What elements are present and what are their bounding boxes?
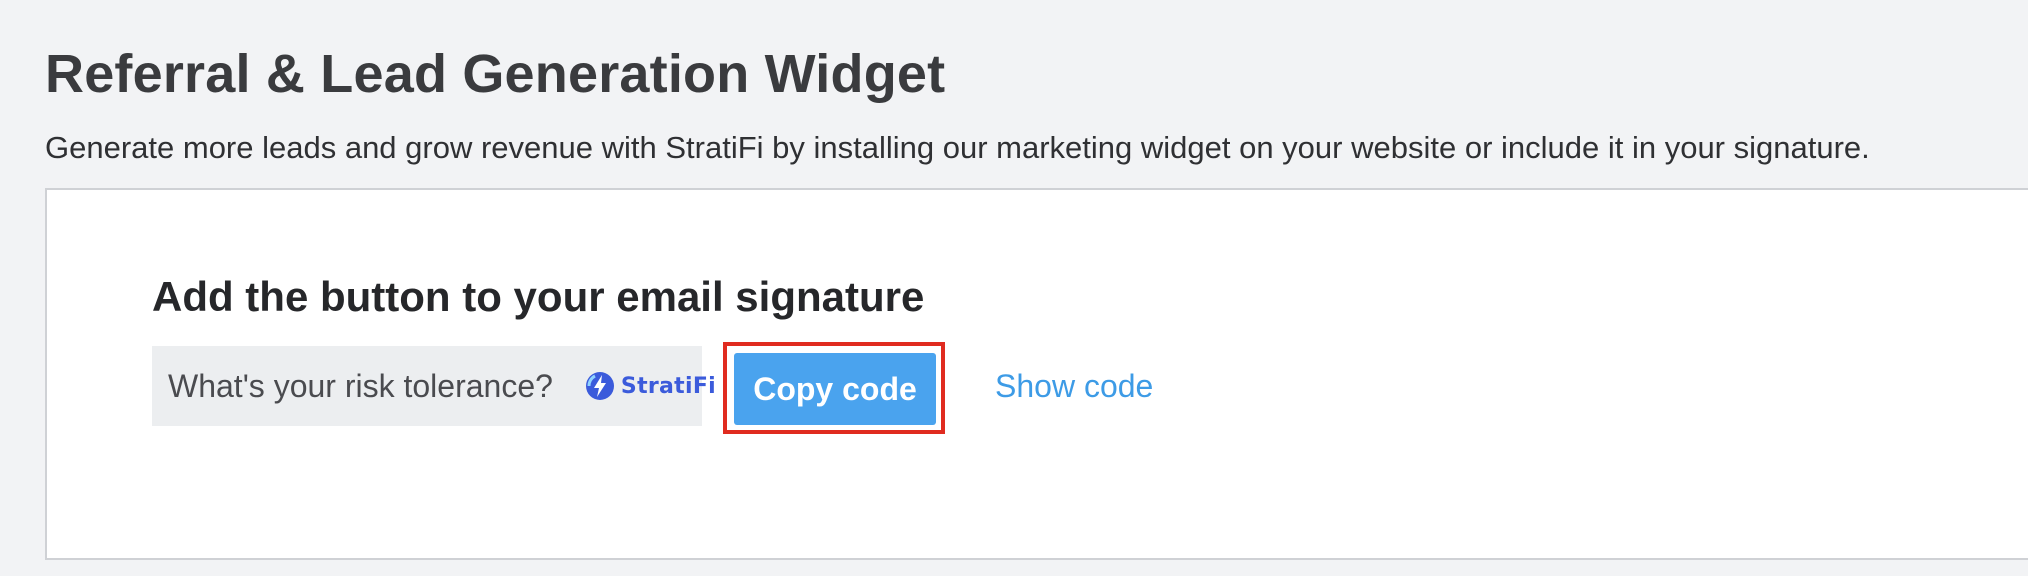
stratifi-logo: StratiFi — [585, 371, 716, 401]
copy-code-button[interactable]: Copy code — [734, 353, 936, 425]
section-title: Add the button to your email signature — [152, 273, 925, 320]
copy-button-highlight: Copy code — [723, 342, 945, 434]
widget-question: What's your risk tolerance? — [168, 368, 553, 404]
logo-text: StratiFi — [620, 373, 717, 399]
widget-preview: What's your risk tolerance? StratiFi — [152, 346, 716, 426]
stratifi-logo-icon — [585, 372, 614, 400]
page-title: Referral & Lead Generation Widget — [45, 44, 946, 104]
page-subtitle: Generate more leads and grow revenue wit… — [45, 130, 1870, 165]
page: Referral & Lead Generation Widget Genera… — [0, 0, 2028, 576]
show-code-link[interactable]: Show code — [995, 366, 1153, 406]
widget-card: Add the button to your email signature W… — [45, 188, 2028, 560]
